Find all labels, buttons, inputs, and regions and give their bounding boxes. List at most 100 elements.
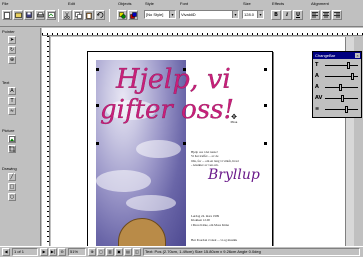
slider-thumb[interactable] [351,73,354,80]
selection-handle[interactable] [183,68,186,71]
selection-handle[interactable] [264,68,267,71]
changebar-row[interactable]: A [315,72,361,81]
align-right-button[interactable] [332,10,342,20]
underline-button[interactable]: U [293,10,303,20]
chevron-down-icon: ▾ [169,11,175,18]
undo-button[interactable] [95,10,105,20]
full-view-icon: ▣ [117,249,121,254]
save-button[interactable] [24,10,34,20]
italic-button[interactable]: I [282,10,292,20]
zoom-out-button[interactable]: ⊖ [58,248,66,256]
ellipse-icon: ○ [9,194,15,200]
view-spread-button[interactable]: ▥ [106,248,114,256]
footer-line[interactable]: Hør hvordan vi skal ... vi og musikk [191,238,237,242]
changebar-row[interactable]: A [315,83,361,92]
size-select-value: 128.0 [244,12,255,17]
text-path-icon: ≈ [9,108,15,114]
arrange-objects-button[interactable] [128,10,138,20]
changebar-title: ChangeBar [315,53,336,58]
selection-view-icon: ◫ [135,249,139,254]
selection-handle[interactable] [264,142,267,145]
changebar-palette[interactable]: ChangeBar × T A A AV ≡ [312,51,362,118]
picture-crop-tool-button[interactable] [8,145,16,153]
horizontal-ruler[interactable] [42,28,363,36]
toolbar-group-alignment: Alignment [311,1,329,6]
vertical-ruler[interactable] [42,36,50,246]
view-page-button[interactable]: ▢ [97,248,105,256]
next-page-button[interactable]: ▶ [40,248,48,256]
cloud-shape [96,170,151,192]
last-page-button[interactable]: ▶| [49,248,57,256]
changebar-row[interactable]: AV [315,94,361,103]
changebar-row[interactable]: ≡ [315,105,361,114]
line-tool-button[interactable]: ╱ [8,173,16,181]
arrange-icon [129,11,137,19]
selection-handle[interactable] [96,104,99,107]
open-file-button[interactable] [13,10,23,20]
chevron-down-icon: ▾ [257,11,263,18]
cut-button[interactable] [62,10,72,20]
print-button[interactable] [35,10,45,20]
toolbar-group-size: Size [243,1,251,6]
import-button[interactable] [46,10,56,20]
folder-icon [14,12,22,18]
bryllup-heading[interactable]: Bryllup [208,167,260,183]
selection-handle[interactable] [183,142,186,145]
slider-thumb[interactable] [345,106,348,113]
zoom-in-button[interactable]: ⊕ [88,248,96,256]
paste-button[interactable] [84,10,94,20]
headline-line2[interactable]: gifter oss! [100,95,234,125]
align-center-button[interactable] [321,10,331,20]
cloud-shape [136,140,181,158]
printer-icon [36,12,44,18]
pointer-tool-button[interactable]: ➤ [8,36,16,44]
slider-thumb[interactable] [341,95,344,102]
view-width-button[interactable]: ▤ [124,248,132,256]
align-left-icon [312,12,318,18]
text-frame-tool-button[interactable]: A [8,87,16,95]
text-path-tool-button[interactable]: ≈ [8,107,16,115]
import-icon [47,12,55,18]
selection-handle[interactable] [96,68,99,71]
changebar-row-icon: A [315,73,319,79]
picture-frame-tool-button[interactable] [8,135,16,143]
document-canvas[interactable]: Hjelp, vi gifter oss! ✥ Move Hjelp oss i… [51,37,354,251]
style-select[interactable]: [No Style] ▾ [144,10,176,19]
selection-handle[interactable] [264,104,267,107]
page-indicator[interactable]: 1 of 1 [12,248,38,256]
align-left-button[interactable] [310,10,320,20]
slider-thumb[interactable] [347,62,350,69]
detail-text-block[interactable]: Lørdag 24. mars 1999 Klokken 12.00 i Mos… [191,214,229,227]
view-selection-button[interactable]: ◫ [133,248,141,256]
previous-page-button[interactable]: ◀ [2,248,10,256]
bold-button[interactable]: B [271,10,281,20]
changebar-title-bar[interactable]: ChangeBar × [313,52,361,59]
toolbar-group-style: Style [145,1,154,6]
view-full-button[interactable]: ▣ [115,248,123,256]
copy-button[interactable] [73,10,83,20]
zoom-tool-button[interactable]: ⊕ [8,56,16,64]
line-icon: ╱ [10,174,14,180]
toolbar-separator [109,9,110,22]
undo-icon [96,12,103,18]
size-select[interactable]: 128.0 ▾ [242,10,264,19]
headline-line1[interactable]: Hjelp, vi [116,64,231,95]
group-objects-button[interactable] [117,10,127,20]
rotate-icon: ↻ [9,47,15,53]
slider-thumb[interactable] [339,84,342,91]
toolbar-group-edit: Edit [68,1,75,6]
intro-text-block[interactable]: Hjelp oss i det neste! Vi har truffet ..… [191,150,239,168]
rectangle-tool-button[interactable]: □ [8,183,16,191]
new-file-button[interactable] [2,10,12,20]
headline-icon: T [10,98,14,104]
ellipse-tool-button[interactable]: ○ [8,193,16,201]
close-icon[interactable]: × [355,53,360,58]
changebar-row[interactable]: T [315,61,361,70]
rotate-tool-button[interactable]: ↻ [8,46,16,54]
zoom-level[interactable]: 51% [68,248,86,256]
headline-tool-button[interactable]: T [8,97,16,105]
slider-track [325,109,358,110]
changebar-row-icon: A [315,84,319,90]
selection-handle[interactable] [96,142,99,145]
font-select[interactable]: VivaldiD ▾ [179,10,239,19]
